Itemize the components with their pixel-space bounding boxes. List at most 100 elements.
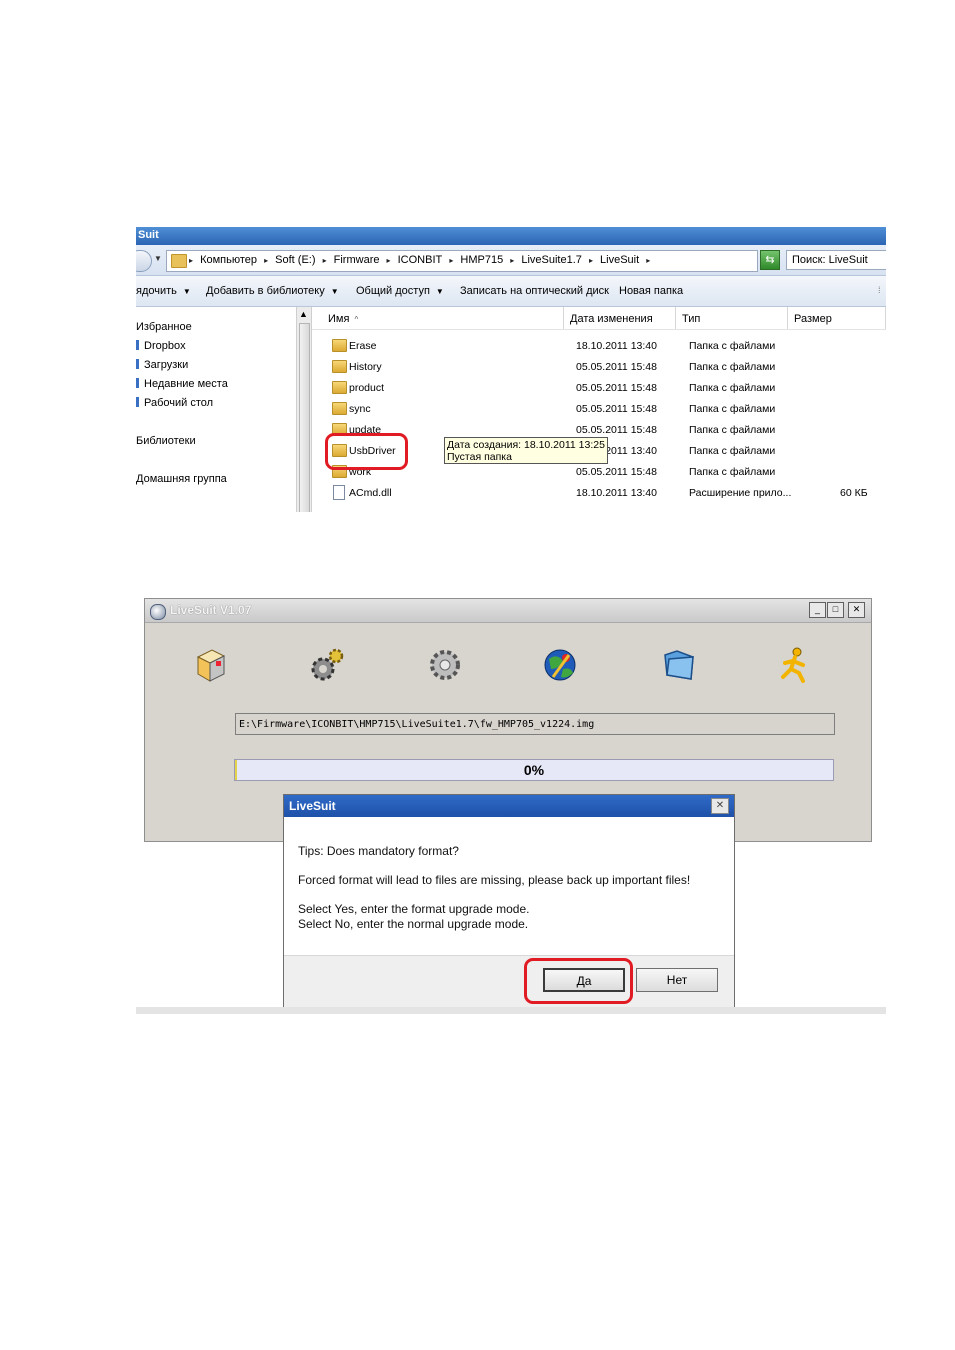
nav-label: Недавние места — [144, 378, 228, 390]
file-date: 18.10.2011 13:40 — [576, 340, 657, 352]
explorer-window: Suit ▼ ▸ Компьютер ▸ Soft (E:) ▸ Firmwar… — [136, 227, 886, 512]
breadcrumb-item[interactable]: HMP715 — [460, 254, 503, 266]
folder-icon — [332, 381, 347, 394]
nav-downloads[interactable]: Загрузки — [136, 359, 188, 371]
folder-icon — [171, 254, 187, 268]
file-type: Папка с файлами — [689, 382, 776, 394]
usbdriver-highlight-circle — [325, 433, 408, 470]
refresh-icon[interactable]: ⇆ — [760, 250, 780, 270]
nav-label: Рабочий стол — [144, 397, 214, 409]
file-type: Папка с файлами — [689, 403, 776, 415]
yes-button-highlight-circle — [524, 958, 633, 1004]
nav-label: Загрузки — [144, 359, 189, 371]
dialog-message-line: Select No, enter the normal upgrade mode… — [298, 917, 529, 931]
folder-tooltip: Дата создания: 18.10.2011 13:25 Пустая п… — [444, 437, 608, 464]
breadcrumb-item[interactable]: LiveSuit — [600, 254, 639, 266]
column-name-label: Имя — [328, 313, 350, 325]
table-row[interactable]: ACmd.dll 18.10.2011 13:40 Расширение при… — [312, 483, 886, 504]
minimize-button[interactable]: _ — [809, 602, 826, 618]
runner-icon[interactable] — [773, 643, 817, 687]
address-bar-area: ▼ ▸ Компьютер ▸ Soft (E:) ▸ Firmware ▸ I… — [136, 245, 886, 276]
nav-recent-places[interactable]: Недавние места — [136, 378, 228, 390]
new-folder-label: Новая папка — [619, 285, 684, 297]
file-name: sync — [349, 403, 371, 415]
file-name: product — [349, 382, 385, 394]
breadcrumb-item[interactable]: LiveSuite1.7 — [521, 254, 582, 266]
nav-dropbox[interactable]: Dropbox — [136, 340, 186, 352]
new-folder-button[interactable]: Новая папка — [619, 285, 683, 297]
livesuit-title: LiveSuit V1.07 — [170, 603, 252, 617]
navigation-pane: Избранное Dropbox Загрузки Недавние мест… — [136, 307, 296, 512]
sort-up-icon: ^ — [354, 315, 359, 324]
folder-icon[interactable] — [657, 643, 701, 687]
add-to-library-label: Добавить в библиотеку — [206, 285, 325, 297]
dialog-titlebar: LiveSuit ✕ — [284, 795, 734, 817]
overflow-icon[interactable]: ⁞ — [878, 285, 881, 295]
no-button[interactable]: Нет — [636, 968, 718, 992]
progress-label: 0% — [523, 762, 545, 778]
progress-bar: 0% — [234, 759, 834, 781]
back-button[interactable] — [136, 250, 152, 272]
nav-libraries[interactable]: Библиотеки — [136, 435, 196, 447]
organize-button[interactable]: ядочить ▼ — [136, 285, 191, 297]
nav-scrollbar[interactable]: ▲ — [296, 307, 312, 512]
history-dropdown-icon[interactable]: ▼ — [154, 254, 162, 263]
file-date: 18.10.2011 13:40 — [576, 487, 657, 499]
dialog-message-line: Forced format will lead to files are mis… — [298, 873, 691, 887]
command-bar: ядочить ▼ Добавить в библиотеку ▼ Общий до… — [136, 276, 886, 307]
file-date: 05.05.2011 15:48 — [576, 361, 657, 373]
dialog-close-button[interactable]: ✕ — [711, 798, 729, 814]
dialog-button-bar: Да Нет — [284, 955, 734, 1009]
file-name: History — [349, 361, 382, 373]
gears-icon[interactable] — [305, 643, 349, 687]
tooltip-line: Пустая папка — [447, 451, 512, 463]
file-date: 05.05.2011 15:48 — [576, 466, 657, 478]
nav-homegroup[interactable]: Домашняя группа — [136, 473, 227, 485]
livesuit-titlebar: LiveSuit V1.07 _ □ ✕ — [145, 599, 871, 623]
table-row[interactable]: sync 05.05.2011 15:48 Папка с файлами — [312, 399, 886, 420]
breadcrumb-item[interactable]: Soft (E:) — [275, 254, 315, 266]
file-date: 05.05.2011 15:48 — [576, 382, 657, 394]
share-label: Общий доступ — [356, 285, 430, 297]
address-bar[interactable]: ▸ Компьютер ▸ Soft (E:) ▸ Firmware ▸ ICO… — [166, 250, 781, 272]
add-to-library-button[interactable]: Добавить в библиотеку ▼ — [206, 285, 339, 297]
breadcrumb-item[interactable]: ICONBIT — [398, 254, 443, 266]
nav-favorites[interactable]: Избранное — [136, 321, 192, 333]
share-button[interactable]: Общий доступ ▼ — [356, 285, 444, 297]
breadcrumb-item[interactable]: Firmware — [334, 254, 380, 266]
breadcrumb: ▸ Компьютер ▸ Soft (E:) ▸ Firmware ▸ ICO… — [189, 254, 651, 266]
bottom-divider — [136, 1007, 886, 1014]
downloads-icon — [136, 359, 139, 369]
maximize-button[interactable]: □ — [827, 602, 844, 618]
file-type: Папка с файлами — [689, 466, 776, 478]
file-date: 05.05.2011 15:48 — [576, 403, 657, 415]
gear-icon[interactable] — [423, 643, 467, 687]
scroll-up-icon[interactable]: ▲ — [299, 309, 308, 319]
explorer-title: Suit — [136, 227, 886, 245]
image-path-field[interactable]: E:\Firmware\ICONBIT\HMP715\LiveSuite1.7\… — [235, 713, 835, 735]
organize-label: ядочить — [136, 285, 177, 297]
column-size[interactable]: Размер — [788, 307, 886, 329]
file-size: 60 КБ — [840, 487, 868, 499]
package-icon[interactable] — [190, 643, 234, 687]
search-input[interactable]: Поиск: LiveSuit — [786, 250, 886, 270]
table-row[interactable]: Erase 18.10.2011 13:40 Папка с файлами — [312, 336, 886, 357]
table-row[interactable]: product 05.05.2011 15:48 Папка с файлами — [312, 378, 886, 399]
table-row[interactable]: History 05.05.2011 15:48 Папка с файлами — [312, 357, 886, 378]
burn-button[interactable]: Записать на оптический диск — [460, 285, 609, 297]
globe-icon[interactable] — [539, 643, 583, 687]
column-type[interactable]: Тип — [676, 307, 788, 329]
format-dialog: LiveSuit ✕ Tips: Does mandatory format? … — [283, 794, 735, 1009]
scroll-thumb[interactable] — [299, 323, 310, 512]
folder-icon — [332, 402, 347, 415]
folder-icon — [332, 360, 347, 373]
nav-desktop[interactable]: Рабочий стол — [136, 397, 213, 409]
breadcrumb-item[interactable]: Компьютер — [200, 254, 257, 266]
column-date[interactable]: Дата изменения — [564, 307, 676, 329]
dll-file-icon — [333, 485, 345, 500]
file-date: 05.05.2011 15:48 — [576, 424, 657, 436]
file-type: Папка с файлами — [689, 340, 776, 352]
app-logo-icon — [150, 604, 166, 620]
close-button[interactable]: ✕ — [848, 602, 865, 618]
column-name[interactable]: Имя ^ — [312, 307, 564, 329]
